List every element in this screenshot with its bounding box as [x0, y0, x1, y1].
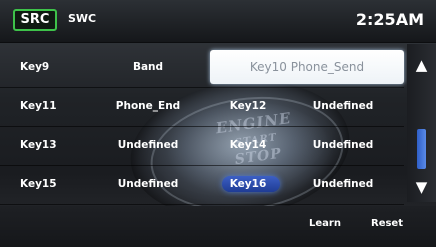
- key12-function[interactable]: Undefined: [288, 88, 398, 124]
- src-button[interactable]: SRC: [13, 9, 57, 31]
- page-title: SWC: [68, 12, 97, 25]
- key15-label[interactable]: Key15: [20, 166, 75, 202]
- row-divider: [0, 204, 404, 205]
- footer-bar: Learn Reset: [0, 206, 436, 247]
- key11-label[interactable]: Key11: [20, 88, 75, 124]
- key16-label[interactable]: Key16: [218, 166, 278, 202]
- key12-label[interactable]: Key12: [218, 88, 278, 124]
- scroll-thumb[interactable]: [417, 129, 426, 169]
- key13-label[interactable]: Key13: [20, 127, 75, 163]
- key16-function[interactable]: Undefined: [288, 166, 398, 202]
- key-row-3: Key13 Undefined Key14 Undefined: [0, 127, 404, 163]
- arrow-down-icon[interactable]: ▼: [407, 172, 436, 202]
- key-row-4: Key15 Undefined Key16 Undefined: [0, 166, 404, 202]
- key15-function[interactable]: Undefined: [88, 166, 208, 202]
- clock: 2:25AM: [355, 10, 424, 29]
- header-bar: SRC SWC 2:25AM: [0, 0, 436, 43]
- scrollbar[interactable]: ▲ ▼: [407, 44, 436, 202]
- swc-screen: ENGINE START STOP SRC SWC 2:25AM Key10 P…: [0, 0, 436, 247]
- reset-button[interactable]: Reset: [371, 218, 403, 229]
- key-row-1: Key9 Band: [0, 49, 404, 85]
- key-row-2: Key11 Phone_End Key12 Undefined: [0, 88, 404, 124]
- key14-label[interactable]: Key14: [218, 127, 278, 163]
- key11-function[interactable]: Phone_End: [88, 88, 208, 124]
- arrow-up-icon[interactable]: ▲: [407, 50, 436, 80]
- learn-button[interactable]: Learn: [309, 218, 341, 229]
- key14-function[interactable]: Undefined: [288, 127, 398, 163]
- key13-function[interactable]: Undefined: [88, 127, 208, 163]
- key9-label[interactable]: Key9: [20, 49, 75, 85]
- key9-function[interactable]: Band: [88, 49, 208, 85]
